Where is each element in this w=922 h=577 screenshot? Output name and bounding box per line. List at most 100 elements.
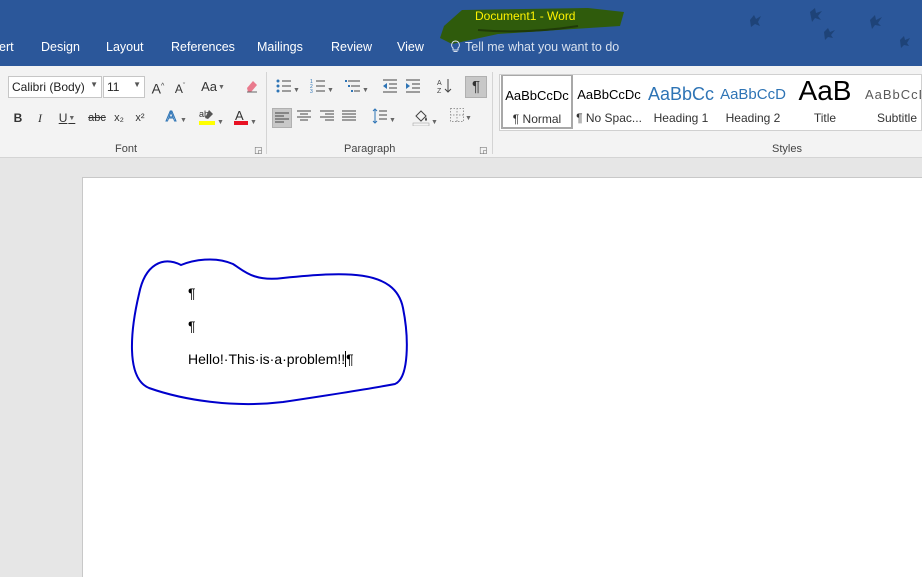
bullets-icon [276,79,292,93]
lightbulb-icon [451,40,460,52]
align-left-button[interactable] [272,108,292,128]
font-size-combo[interactable]: 11 ▼ [103,76,145,98]
empty-paragraph-mark: ¶ [188,285,196,301]
superscript-icon: x² [135,112,145,124]
italic-button[interactable]: I [32,109,48,127]
font-group-label: Font [115,143,138,155]
tab-review[interactable]: Review [331,40,372,54]
text-effects-button[interactable]: A ▼ [162,108,190,126]
tab-insert[interactable]: ert [0,40,14,54]
increase-indent-icon [406,79,420,93]
styles-gallery: AaBbCcDc ¶ Normal AaBbCcDc ¶ No Spac... … [499,74,922,131]
shading-button[interactable]: ▼ [410,108,440,127]
font-name-combo[interactable]: Calibri (Body) ▼ [8,76,102,98]
grow-font-button[interactable]: A^ [150,78,166,97]
style-no-spacing[interactable]: AaBbCcDc ¶ No Spac... [573,75,645,130]
chevron-down-icon: ▼ [90,80,98,89]
titlebar-birds-decoration [750,8,910,48]
paragraph-dialog-launcher-icon[interactable]: ◲ [479,145,488,156]
body-paragraph: Hello!·This·is·a·problem!!¶ [188,351,354,367]
superscript-button[interactable]: x² [132,109,148,127]
strikethrough-button[interactable]: abc [87,109,107,127]
shrink-font-icon: A [174,82,183,96]
style-sample-heading-1: AaBbCc [647,84,715,104]
decrease-indent-button[interactable] [381,78,399,96]
group-divider [266,72,267,154]
borders-icon [450,108,465,122]
tab-mailings[interactable]: Mailings [257,40,303,54]
font-dialog-launcher-icon[interactable]: ◲ [254,145,263,156]
align-center-button[interactable] [295,109,313,127]
subscript-button[interactable]: x₂ [111,109,127,127]
svg-text:A: A [235,108,244,123]
document-page[interactable]: ¶ ¶ Hello!·This·is·a·problem!!¶ [82,177,922,577]
multilevel-list-icon [345,80,361,92]
ribbon-home: Calibri (Body) ▼ 11 ▼ A^ Aˇ Aa▼ B I U▼ abc… [0,66,922,158]
style-sample-no-spacing: AaBbCcDc [577,87,641,102]
text-effects-icon: A [166,108,177,126]
tab-layout[interactable]: Layout [106,40,144,54]
svg-text:A: A [166,108,176,124]
style-subtitle[interactable]: AaBbCcD Subtitle [861,75,921,130]
sort-icon: AZ [437,79,452,95]
font-color-icon: A [234,108,249,125]
align-right-button[interactable] [318,109,336,127]
increase-indent-button[interactable] [404,78,422,96]
svg-text:A: A [437,80,442,87]
numbering-icon: 123 [310,79,326,95]
show-formatting-marks-button[interactable]: ¶ [465,76,487,98]
align-right-icon [320,110,334,121]
empty-paragraph-mark: ¶ [188,318,196,334]
line-spacing-icon [372,108,388,124]
clear-formatting-button[interactable] [243,78,261,96]
style-name-normal: ¶ Normal [512,112,562,126]
style-sample-normal: AaBbCcDc [505,88,569,103]
strikethrough-icon: abc [88,112,106,124]
style-name-no-spacing: ¶ No Spac... [576,111,642,125]
justify-icon [342,110,356,121]
multilevel-list-button[interactable]: ▼ [342,78,372,96]
bold-button[interactable]: B [10,109,26,127]
annotation-circle [130,258,408,406]
line-spacing-button[interactable]: ▼ [369,108,399,126]
subscript-icon: x₂ [114,112,124,124]
bold-icon: B [13,111,23,125]
change-case-button[interactable]: Aa▼ [198,78,228,96]
title-bar: Document1 - Word ert Design Layout Refer… [0,0,922,66]
chevron-down-icon: ▼ [133,80,141,89]
shrink-font-button[interactable]: Aˇ [172,78,188,96]
window-title: Document1 - Word [475,9,576,23]
numbering-button[interactable]: 1 2 3 ▼ [307,78,337,96]
highlight-color-button[interactable]: ab ▼ [195,108,227,126]
underline-button[interactable]: U▼ [54,109,80,127]
style-heading-2[interactable]: AaBbCcD Heading 2 [717,75,789,130]
style-heading-1[interactable]: AaBbCc Heading 1 [645,75,717,130]
group-divider [492,72,493,154]
borders-button[interactable]: ▼ [446,108,476,126]
tab-view[interactable]: View [397,40,424,54]
svg-text:Z: Z [437,88,442,94]
underline-icon: U [58,111,68,125]
svg-text:3: 3 [310,89,313,94]
style-sample-title: AaB [798,75,852,106]
highlighter-icon: ab [199,109,216,125]
style-normal[interactable]: AaBbCcDc ¶ Normal [501,75,573,129]
tab-design[interactable]: Design [41,40,80,54]
style-name-subtitle: Subtitle [876,111,918,125]
body-text: Hello!·This·is·a·problem!! [188,351,346,367]
change-case-icon: Aa [201,79,217,94]
style-name-heading-2: Heading 2 [725,111,781,125]
justify-button[interactable] [340,109,358,127]
font-color-button[interactable]: A ▼ [229,108,261,126]
style-name-title: Title [813,111,837,125]
style-title[interactable]: AaB Title [789,75,861,130]
sort-button[interactable]: AZ [436,78,454,96]
clear-formatting-icon [247,81,257,93]
align-center-icon [297,110,311,121]
grow-font-icon: A [151,80,162,97]
paragraph-end-mark: ¶ [346,351,354,367]
style-name-heading-1: Heading 1 [653,111,709,125]
bullets-button[interactable]: ▼ [274,78,302,96]
tell-me-search[interactable]: Tell me what you want to do [450,40,619,54]
tab-references[interactable]: References [171,40,235,54]
